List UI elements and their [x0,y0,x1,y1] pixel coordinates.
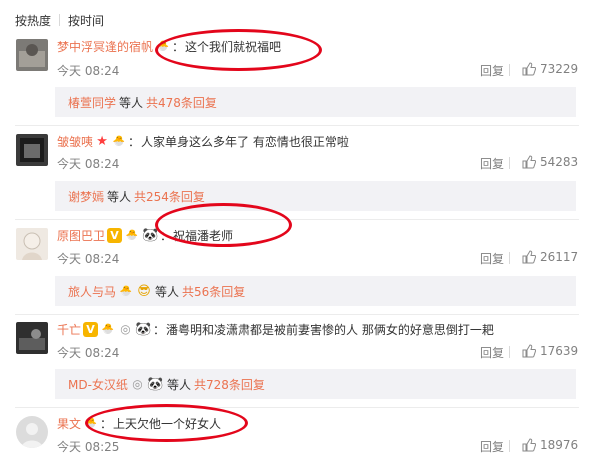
thumbs-up-icon[interactable] [522,62,536,76]
sunglasses-emoji-icon: 😎 [137,283,151,299]
sub-replies: 椿萱同学 等人 共478条回复 [55,87,576,117]
username[interactable]: 原图巴卫 [57,227,105,244]
timestamp: 今天 08:24 [57,157,120,171]
sub-reply-mid: 等人 [155,284,180,299]
thumbs-up-icon[interactable] [522,250,536,264]
divider [15,407,579,408]
reply-button[interactable]: 回复 [480,62,504,79]
more-replies-link[interactable]: 共728条回复 [194,376,265,393]
sub-replies: MD-女汉纸 ◎ 🐼 等人 共728条回复 [55,369,576,399]
panda-icon: 🐼 [142,227,159,243]
timestamp: 今天 08:25 [57,440,120,454]
gift-badge-icon: 🐣 [125,229,139,241]
avatar[interactable] [16,134,48,166]
timestamp: 今天 08:24 [57,252,120,266]
action-separator [509,346,510,358]
gift-badge-icon: 🐣 [101,323,115,335]
sub-reply-mid: 等人 [119,95,144,110]
medal-icon: ◎ [120,322,131,336]
comment-text: 人家单身这么多年了 有恋情也很正常啦 [141,134,349,149]
comment-line: 梦中浮冥逢的宿帆 🐣 ： 这个我们就祝福吧 [57,38,281,54]
like-count: 54283 [540,155,579,169]
sub-reply-user[interactable]: MD-女汉纸 [68,376,128,393]
action-separator [509,440,510,452]
reply-button[interactable]: 回复 [480,438,504,455]
comment-line: 皱皱咦 ★ 🐣 ： 人家单身这么多年了 有恋情也很正常啦 [57,133,349,149]
like-count: 73229 [540,62,579,76]
avatar[interactable] [16,228,48,260]
more-replies-link[interactable]: 共254条回复 [134,188,205,205]
action-separator [509,252,510,264]
sub-reply-user[interactable]: 旅人与马 [68,283,116,300]
sort-by-hot[interactable]: 按热度 [15,12,51,29]
gift-badge-icon: 🐣 [112,135,126,147]
like-count: 18976 [540,438,579,452]
divider [15,219,579,220]
sub-reply-user[interactable]: 椿萱同学 [68,94,116,111]
colon: ： [172,39,185,54]
username[interactable]: 梦中浮冥逢的宿帆 [57,38,153,55]
more-replies-link[interactable]: 共478条回复 [146,94,217,111]
comment-text: 潘粤明和凌潇肃都是被前妻害惨的人 那俩女的好意思倒打一耙 [166,322,494,337]
colon: ： [100,416,113,431]
avatar[interactable] [16,322,48,354]
avatar[interactable] [16,39,48,71]
panda-icon: 🐼 [135,321,152,337]
avatar[interactable] [16,416,48,448]
comment-line: 千亡 V 🐣 ◎ 🐼 ： 潘粤明和凌潇肃都是被前妻害惨的人 那俩女的好意思倒打一… [57,321,494,337]
timestamp: 今天 08:24 [57,346,120,360]
thumbs-up-icon[interactable] [522,438,536,452]
comment-line: 果文 🐣 ： 上天欠他一个好女人 [57,415,221,431]
sub-replies: 旅人与马 🐣 😎 等人 共56条回复 [55,276,576,306]
divider [15,125,579,126]
thumbs-up-icon[interactable] [522,344,536,358]
vip-badge-icon: V [107,227,123,243]
panda-icon: 🐼 [147,376,164,392]
colon: ： [160,228,173,243]
comment-text: 上天欠他一个好女人 [113,416,222,431]
sub-reply-user[interactable]: 谢梦嫣 [68,188,104,205]
medal-icon: ◎ [132,377,143,391]
sub-reply-mid: 等人 [107,189,132,204]
more-replies-link[interactable]: 共56条回复 [182,283,245,300]
action-separator [509,157,510,169]
comment-text: 这个我们就祝福吧 [185,39,282,54]
star-icon: ★ [96,133,108,149]
sort-by-time[interactable]: 按时间 [68,12,104,29]
colon: ： [128,134,141,149]
comment-text: 祝福潘老师 [173,228,234,243]
sub-reply-mid: 等人 [166,377,191,392]
gift-badge-icon: 🐣 [84,417,98,429]
username[interactable]: 皱皱咦 [57,133,93,150]
username[interactable]: 果文 [57,415,81,432]
comment-line: 原图巴卫 V 🐣 🐼 ： 祝福潘老师 [57,227,233,243]
sort-divider [59,14,61,26]
like-count: 26117 [540,250,579,264]
like-count: 17639 [540,344,579,358]
thumbs-up-icon[interactable] [522,155,536,169]
divider [15,314,579,315]
reply-button[interactable]: 回复 [480,250,504,267]
username[interactable]: 千亡 [57,321,81,338]
gift-badge-icon: 🐣 [156,40,170,52]
colon: ： [153,322,166,337]
vip-badge-icon: V [83,321,99,337]
reply-button[interactable]: 回复 [480,344,504,361]
timestamp: 今天 08:24 [57,64,120,78]
sort-bar: 按热度 按时间 [15,12,104,28]
action-separator [509,64,510,76]
sub-replies: 谢梦嫣 等人 共254条回复 [55,181,576,211]
reply-button[interactable]: 回复 [480,155,504,172]
gift-badge-icon: 🐣 [119,285,133,297]
